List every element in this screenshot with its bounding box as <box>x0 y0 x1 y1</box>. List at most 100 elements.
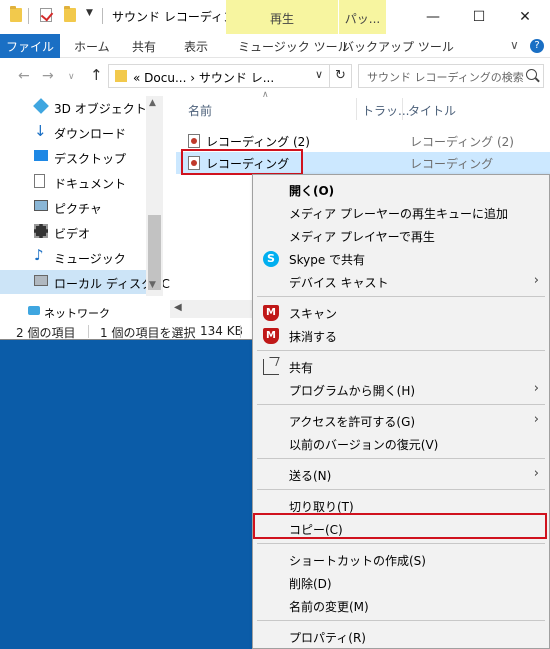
sidebar-item-desktop[interactable]: デスクトップ <box>54 150 126 167</box>
tab-music-tools[interactable]: ミュージック ツール <box>238 34 350 58</box>
menu-item-restore-previous[interactable]: 以前のバージョンの復元(V) <box>253 433 549 455</box>
menu-item-label: メディア プレーヤーの再生キューに追加 <box>289 207 508 221</box>
menu-item-cast-to-device[interactable]: デバイス キャスト › <box>253 271 549 293</box>
folder-icon <box>115 70 127 82</box>
quick-access-dropdown-icon[interactable]: ▼ <box>86 8 93 18</box>
menu-item-share[interactable]: 共有 <box>253 356 549 378</box>
chevron-right-icon: › <box>533 466 539 481</box>
sort-ascending-icon: ∧ <box>262 90 269 100</box>
security-shield-icon: M <box>263 305 279 321</box>
sidebar-item-videos[interactable]: ビデオ <box>54 225 90 242</box>
status-item-count: 2 個の項目 <box>16 326 76 340</box>
tab-home[interactable]: ホーム <box>74 34 110 58</box>
up-arrow-icon[interactable]: ↑ <box>90 66 103 84</box>
menu-item-properties[interactable]: プロパティ(R) <box>253 626 549 648</box>
search-input[interactable]: サウンド レコーディングの検索 <box>358 64 544 88</box>
nav-scrollbar-thumb[interactable] <box>148 215 161 290</box>
address-bar[interactable]: « Docu... › サウンド レ... ∨ <box>108 64 330 88</box>
maximize-button[interactable]: ☐ <box>456 0 502 34</box>
recent-dropdown-icon[interactable]: ∨ <box>68 72 75 82</box>
menu-item-send-to[interactable]: 送る(N) › <box>253 464 549 486</box>
sidebar-item-pictures[interactable]: ピクチャ <box>54 200 102 217</box>
tab-backup-tools[interactable]: バックアップ ツール <box>342 34 454 58</box>
contextual-tab-header-backup: パッ... <box>338 0 386 34</box>
path-overflow[interactable]: « <box>133 71 140 85</box>
menu-item-label: メディア プレイヤーで再生 <box>289 230 435 244</box>
column-header-title[interactable]: タイトル <box>408 102 456 119</box>
file-title: レコーディング (2) <box>410 135 514 149</box>
desktop-icon <box>34 150 48 161</box>
document-icon <box>34 174 45 188</box>
menu-separator <box>257 543 545 544</box>
menu-item-label: プログラムから開く(H) <box>289 384 416 398</box>
menu-item-rename[interactable]: 名前の変更(M) <box>253 595 549 617</box>
contextual-tab-label: パッ... <box>344 12 381 26</box>
properties-icon[interactable] <box>40 8 52 22</box>
minimize-button[interactable]: — <box>410 0 456 34</box>
menu-separator <box>257 296 545 297</box>
menu-item-label: 共有 <box>289 361 314 375</box>
scroll-up-icon[interactable]: ▲ <box>149 98 156 108</box>
chevron-down-icon[interactable]: ∨ <box>510 38 519 52</box>
tab-share[interactable]: 共有 <box>132 34 156 58</box>
sidebar-item-documents[interactable]: ドキュメント <box>54 175 126 192</box>
menu-item-label: プロパティ(R) <box>289 631 366 645</box>
close-button[interactable]: ✕ <box>502 0 548 34</box>
refresh-button[interactable]: ↻ <box>330 64 352 88</box>
path-segment-sound-recording[interactable]: サウンド レ... <box>199 71 274 85</box>
sidebar-item-music[interactable]: ミュージック <box>54 250 126 267</box>
help-icon[interactable]: ? <box>530 39 544 53</box>
security-shield-icon: M <box>263 328 279 344</box>
tab-view[interactable]: 表示 <box>184 34 208 58</box>
new-folder-icon[interactable] <box>64 6 76 22</box>
scroll-down-icon[interactable]: ▼ <box>149 280 156 290</box>
context-menu: 開く(O) メディア プレーヤーの再生キューに追加 メディア プレイヤーで再生 … <box>252 174 550 649</box>
skype-icon: S <box>263 251 279 267</box>
menu-item-label: 開く(O) <box>289 184 335 198</box>
horizontal-scrollbar[interactable]: ◀ <box>170 300 252 318</box>
menu-item-shred[interactable]: M 抹消する <box>253 325 549 347</box>
divider <box>88 325 89 338</box>
forward-arrow-icon[interactable]: → <box>42 68 54 84</box>
menu-separator <box>257 458 545 459</box>
file-title: レコーディング <box>410 157 494 171</box>
menu-item-open[interactable]: 開く(O) <box>253 179 549 201</box>
share-icon <box>263 359 279 375</box>
sidebar-item-3d-objects[interactable]: 3D オブジェクト <box>54 100 147 117</box>
video-icon <box>34 224 48 238</box>
menu-separator <box>257 350 545 351</box>
menu-item-label: スキャン <box>289 307 338 321</box>
sidebar-item-network[interactable]: ネットワーク <box>44 305 110 321</box>
divider <box>240 325 241 338</box>
path-segment-documents[interactable]: Docu... <box>144 71 186 85</box>
chevron-down-icon[interactable]: ∨ <box>315 68 323 81</box>
3d-objects-icon <box>33 98 49 114</box>
folder-icon <box>10 6 22 22</box>
menu-item-label: デバイス キャスト <box>289 276 389 290</box>
column-divider[interactable] <box>402 98 403 120</box>
menu-item-label: 送る(N) <box>289 469 332 483</box>
menu-item-label: 以前のバージョンの復元(V) <box>289 438 439 452</box>
column-divider[interactable] <box>356 98 357 120</box>
divider <box>102 8 103 24</box>
path-separator[interactable]: › <box>190 71 195 85</box>
menu-separator <box>257 404 545 405</box>
menu-item-open-with[interactable]: プログラムから開く(H) › <box>253 379 549 401</box>
scroll-left-icon[interactable]: ◀ <box>174 302 182 313</box>
column-header-name[interactable]: 名前 <box>188 102 212 119</box>
contextual-tab-label: 再生 <box>269 12 294 26</box>
back-arrow-icon[interactable]: ← <box>18 68 30 84</box>
status-selected-count: 1 個の項目を選択 <box>100 326 196 340</box>
tab-file[interactable]: ファイル <box>0 34 60 58</box>
file-name: レコーディング (2) <box>206 135 310 149</box>
menu-item-add-to-queue[interactable]: メディア プレーヤーの再生キューに追加 <box>253 202 549 224</box>
menu-item-give-access[interactable]: アクセスを許可する(G) › <box>253 410 549 432</box>
menu-item-play-in-media-player[interactable]: メディア プレイヤーで再生 <box>253 225 549 247</box>
menu-item-create-shortcut[interactable]: ショートカットの作成(S) <box>253 549 549 571</box>
sidebar-item-downloads[interactable]: ダウンロード <box>54 125 126 142</box>
pictures-icon <box>34 200 48 211</box>
menu-item-delete[interactable]: 削除(D) <box>253 572 549 594</box>
menu-item-scan[interactable]: M スキャン <box>253 302 549 324</box>
menu-item-share-skype[interactable]: S Skype で共有 <box>253 248 549 270</box>
local-disk-icon <box>34 275 48 286</box>
